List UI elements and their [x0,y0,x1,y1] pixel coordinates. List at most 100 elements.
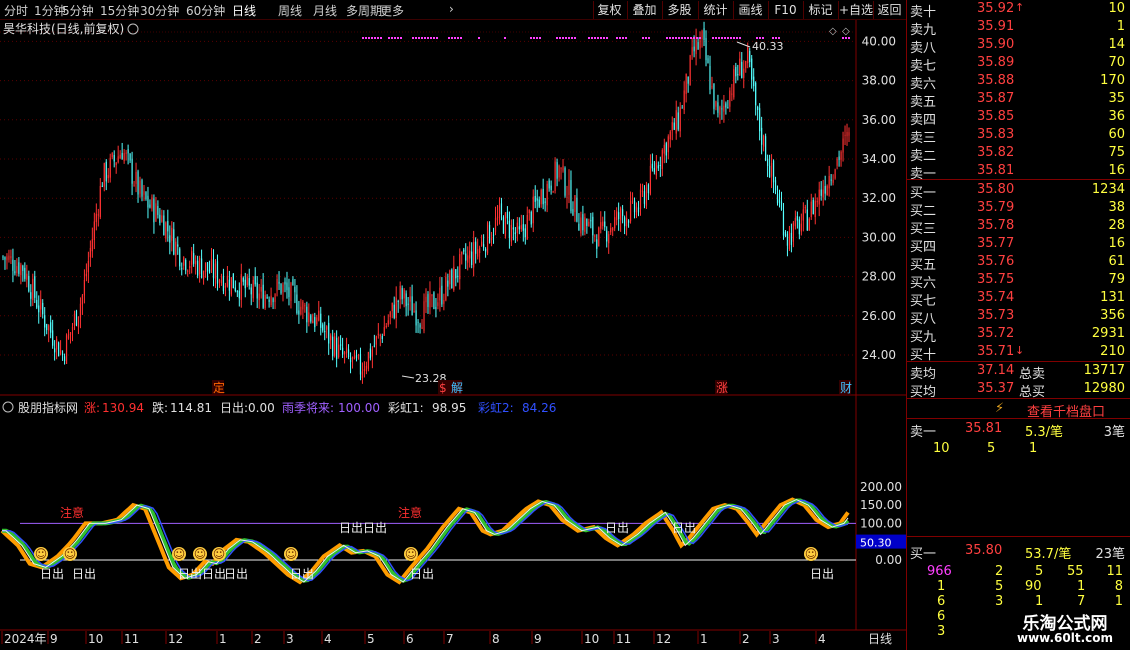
candle-body [423,301,425,331]
candle-body [526,215,528,240]
sell-volume: 16 [1108,163,1125,178]
period-tab-1[interactable]: 1分钟 [34,2,66,19]
candle-body [52,330,54,346]
candle-body [473,241,475,268]
more-chevron-icon[interactable]: › [449,2,454,16]
queue-buy-order: 1 [1035,594,1044,609]
candle-body [834,169,836,179]
period-tab-2[interactable]: 5分钟 [62,2,94,19]
sell-volume: 170 [1100,73,1125,88]
sell-row-3: 卖七 35.89 70 [907,54,1130,74]
queue-buy-order: 6 [937,609,946,624]
price-axis-label: 36.00 [862,113,896,127]
sell-row-2: 卖八 35.90 14 [907,36,1130,56]
signal-dot [759,37,761,39]
toolbar-button-5[interactable]: F10 [768,1,802,19]
toolbar-button-2[interactable]: 多股 [662,1,696,19]
candle-body [747,47,749,64]
buy-volume: 210 [1100,344,1125,359]
period-tab-0[interactable]: 分时 [4,2,28,19]
sell-volume: 1 [1116,19,1125,34]
toolbar-button-7[interactable]: +自选 [838,1,873,19]
toolbar-button-4[interactable]: 画线 [733,1,767,19]
candle-body [508,220,511,238]
candle-body [475,241,477,254]
buy-price: 35.75 [977,272,1015,287]
candle-body [774,180,777,191]
candle-body [65,335,68,364]
candle-body [743,68,745,78]
candle-body [137,171,139,195]
indicator-value-2: 0.00 [248,401,275,415]
sell-price: 35.81 [977,163,1015,178]
period-tab-7[interactable]: 周线 [278,2,302,19]
candle-body [580,217,582,234]
toolbar-button-3[interactable]: 统计 [698,1,732,19]
candle-body [467,255,469,263]
candle-body [701,31,703,40]
candle-body [596,239,598,249]
signal-dot [415,37,417,39]
sell-volume: 70 [1108,55,1125,70]
buy-price: 35.74 [977,290,1015,305]
candle-body [183,257,185,266]
price-axis-label: 24.00 [862,348,896,362]
smiley-face-1: ☺ [64,547,77,561]
candle-body [40,299,42,310]
candle-body [560,167,562,170]
toolbar-button-8[interactable]: 返回 [873,1,905,19]
candle-body [665,143,667,156]
period-tab-9[interactable]: 多周期 [346,2,382,19]
sell-price: 35.87 [977,91,1015,106]
candle-body [179,248,181,267]
period-tab-4[interactable]: 30分钟 [140,2,179,19]
candle-body [129,153,131,161]
signal-dot [559,37,561,39]
candle-body [703,28,705,40]
period-tab-8[interactable]: 月线 [313,2,337,19]
candle-body [524,228,526,238]
signal-dot [565,37,567,39]
queue-buy-order: 55 [1067,564,1084,579]
candle-body [250,287,252,295]
candle-body [403,289,405,299]
candle-body [155,203,157,222]
period-tab-5[interactable]: 60分钟 [186,2,225,19]
candle-body [119,154,121,159]
period-tab-6[interactable]: 日线 [232,2,256,19]
candle-body [343,352,346,355]
period-tab-3[interactable]: 15分钟 [100,2,139,19]
candle-body [695,39,697,54]
queue-sell-count: 3笔 [1103,425,1125,440]
toolbar-button-6[interactable]: 标记 [803,1,837,19]
date-label-19: 3 [772,632,780,646]
candle-body [16,266,18,273]
queue-buy-order: 11 [1106,564,1123,579]
signal-dot [733,37,735,39]
candle-body [584,217,586,232]
candle-body [846,131,848,137]
candle-body [421,327,423,329]
signal-richu-6: 日出 [410,567,434,581]
candle-body [121,152,123,160]
date-label-6: 2 [254,632,262,646]
candle-body [552,191,554,193]
candle-body [479,247,481,253]
candle-body [689,55,691,86]
signal-richu-7: 日出 [810,567,834,581]
toolbar-button-0[interactable]: 复权 [593,1,625,19]
candle-body [818,189,820,205]
candle-body [780,201,783,210]
watermark-url: www.60lt.com [1016,631,1114,645]
signal-richu-top-3: 日出 [672,521,696,535]
date-label-17: 1 [700,632,708,646]
toolbar-button-1[interactable]: 叠加 [627,1,661,19]
candle-body [828,175,830,189]
sell-price: 35.88 [977,73,1015,88]
period-tab-10[interactable]: 更多 [380,2,404,19]
candle-body [48,325,50,331]
candle-body [26,273,28,280]
candle-body [574,195,576,213]
candle-body [612,228,614,231]
candle-body [377,333,379,335]
